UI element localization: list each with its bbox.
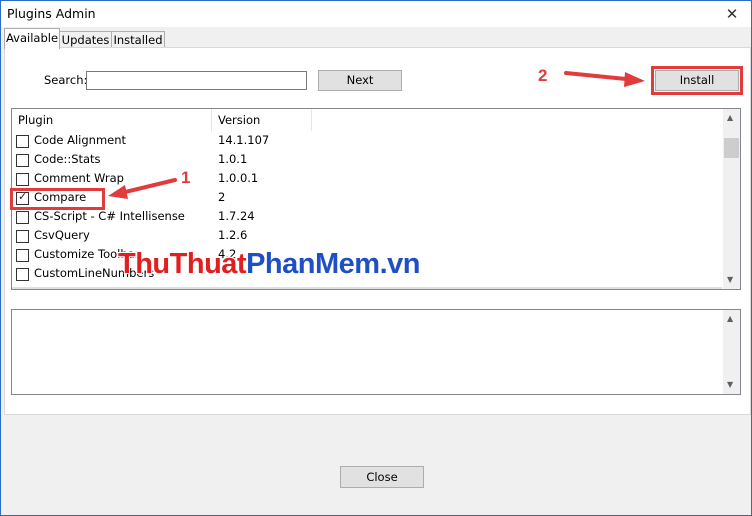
watermark-thuat: Thuat [169, 248, 247, 280]
watermark-thu: Thu [118, 248, 170, 280]
annotation-number-1: 1 [181, 168, 191, 187]
watermark-logo: ThuThuatPhanMem.vn [118, 248, 420, 281]
description-scrollbar[interactable]: ▲ ▼ [723, 310, 740, 394]
annotation-number-2: 2 [538, 66, 548, 85]
close-button[interactable]: Close [340, 466, 424, 488]
arrow-to-compare [108, 178, 177, 199]
arrow-to-install [564, 71, 645, 87]
tab-available[interactable]: Available [4, 28, 60, 49]
plugin-description-box[interactable]: ▲ ▼ [11, 309, 741, 395]
watermark-vn: .vn [379, 248, 421, 280]
watermark-phanmem: PhanMem [246, 248, 380, 280]
scroll-down-icon[interactable]: ▼ [727, 380, 733, 389]
tab-available-label: Available [5, 31, 59, 45]
scroll-up-icon[interactable]: ▲ [727, 314, 733, 323]
